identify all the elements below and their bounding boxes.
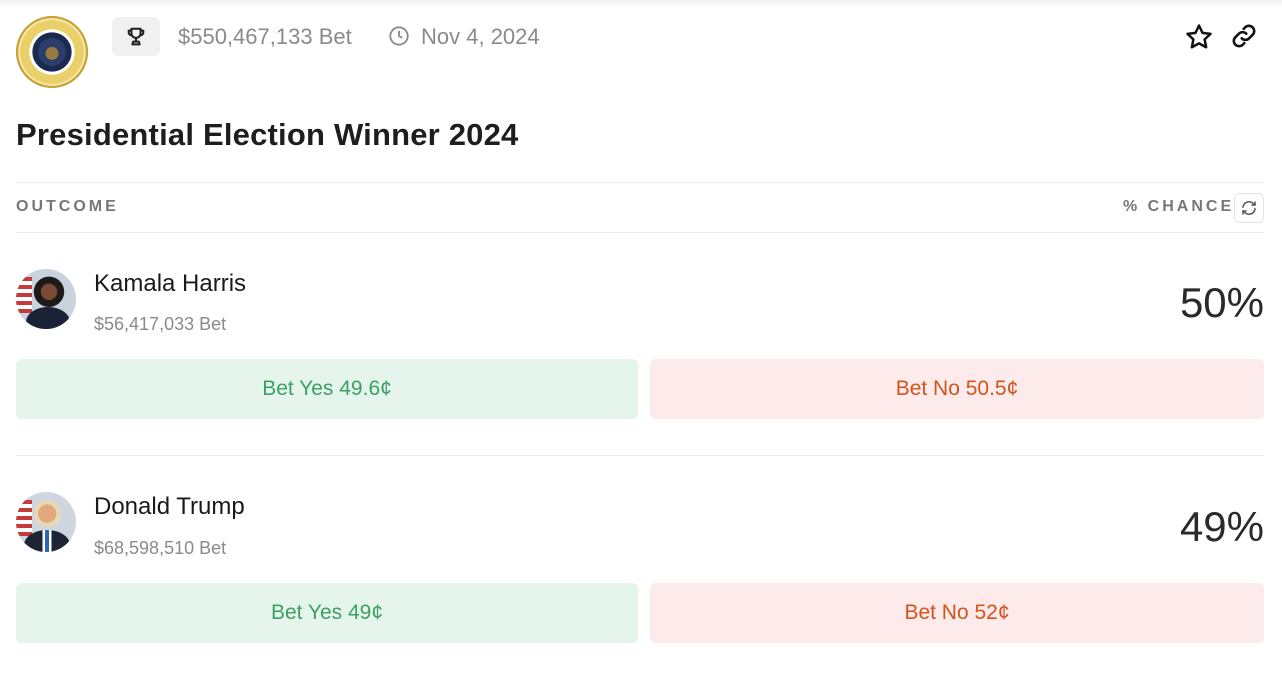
outcome-chance: 49% xyxy=(1179,503,1264,550)
outcome-chance: 50% xyxy=(1179,279,1264,326)
flag-icon xyxy=(16,500,32,536)
outcome-volume: $56,417,033 Bet xyxy=(94,314,227,334)
divider xyxy=(16,182,1264,183)
avatar xyxy=(16,492,76,552)
bet-yes-button[interactable]: Bet Yes 49¢ xyxy=(16,583,638,643)
market-header: $550,467,133 Bet Nov 4, 2024 xyxy=(16,16,1266,90)
divider xyxy=(16,455,1264,456)
seal-eagle-center xyxy=(38,38,66,66)
clock-icon xyxy=(389,26,409,46)
chance-column-header: % CHANCE xyxy=(1123,198,1235,215)
trophy-icon xyxy=(127,27,145,45)
outcome-volume: $68,598,510 Bet xyxy=(94,538,227,558)
refresh-icon xyxy=(1242,201,1256,215)
total-volume: $550,467,133 Bet xyxy=(178,24,352,49)
market-title: Presidential Election Winner 2024 xyxy=(16,117,519,152)
bet-no-button[interactable]: Bet No 52¢ xyxy=(650,583,1264,643)
outcome-column-header: OUTCOME xyxy=(16,198,119,215)
divider xyxy=(16,232,1264,233)
trophy-button[interactable] xyxy=(112,17,160,56)
bet-yes-button[interactable]: Bet Yes 49.6¢ xyxy=(16,359,638,419)
star-icon[interactable] xyxy=(1184,22,1214,52)
top-edge-shade xyxy=(0,0,1282,8)
flag-icon xyxy=(16,277,32,313)
bet-no-button[interactable]: Bet No 50.5¢ xyxy=(650,359,1264,419)
outcome-name: Kamala Harris xyxy=(94,270,247,297)
end-date: Nov 4, 2024 xyxy=(421,24,540,49)
link-icon[interactable] xyxy=(1230,22,1258,50)
refresh-button[interactable] xyxy=(1234,193,1264,223)
presidential-seal-icon xyxy=(16,16,88,88)
avatar xyxy=(16,269,76,329)
outcome-name: Donald Trump xyxy=(94,493,245,520)
